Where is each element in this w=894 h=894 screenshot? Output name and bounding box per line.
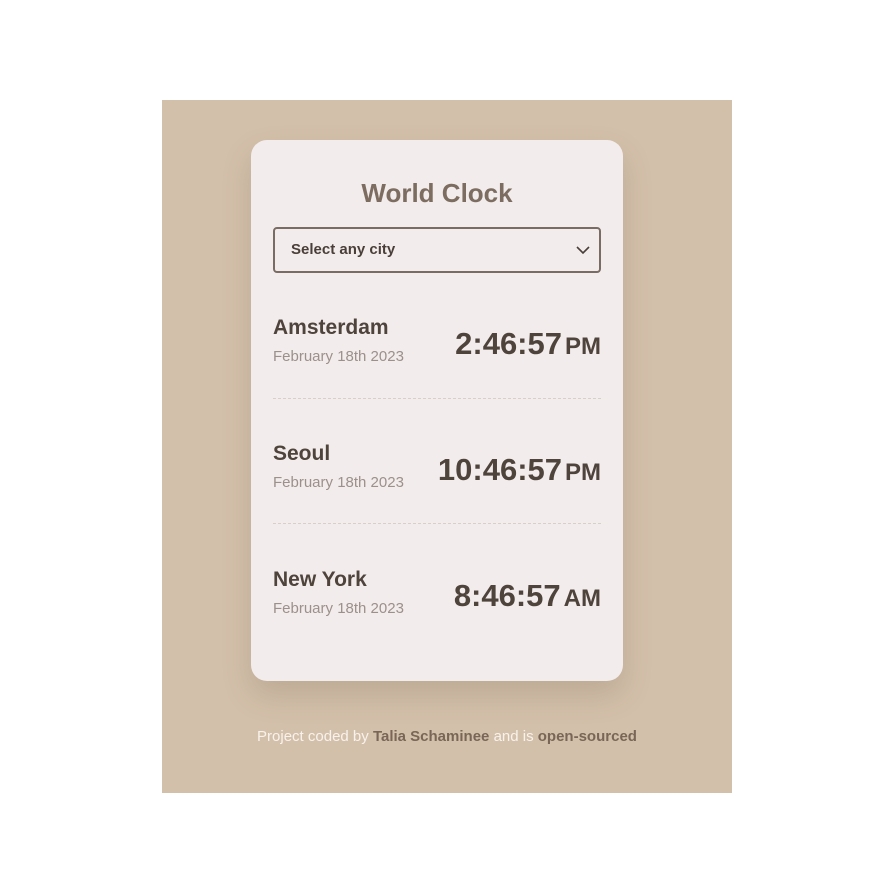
city-row-amsterdam: Amsterdam February 18th 2023 2:46:57 PM	[273, 316, 601, 376]
divider	[273, 523, 601, 524]
footer: Project coded by Talia Schaminee and is …	[162, 728, 732, 745]
time-value: 2:46:57	[455, 326, 562, 361]
app-background: World Clock Select any city Amsterdam Fe…	[162, 100, 732, 793]
city-time: 8:46:57 AM	[454, 578, 601, 614]
city-date: February 18th 2023	[273, 348, 404, 365]
divider	[273, 398, 601, 399]
city-name: Amsterdam	[273, 316, 389, 339]
open-source-link[interactable]: open-sourced	[538, 728, 637, 745]
city-date: February 18th 2023	[273, 600, 404, 617]
city-row-new-york: New York February 18th 2023 8:46:57 AM	[273, 568, 601, 628]
time-ampm: AM	[563, 585, 601, 612]
city-row-seoul: Seoul February 18th 2023 10:46:57 PM	[273, 442, 601, 502]
time-ampm: PM	[565, 333, 601, 360]
city-select[interactable]: Select any city	[273, 227, 601, 273]
time-value: 8:46:57	[453, 578, 561, 613]
time-ampm: PM	[565, 459, 601, 486]
city-time: 2:46:57 PM	[455, 326, 601, 362]
city-name: Seoul	[273, 442, 331, 465]
footer-prefix: Project coded by	[257, 728, 369, 745]
page-title: World Clock	[361, 178, 513, 208]
world-clock-card: World Clock Select any city Amsterdam Fe…	[251, 140, 623, 681]
city-date: February 18th 2023	[273, 474, 404, 491]
chevron-down-icon	[576, 246, 590, 255]
footer-middle: and is	[493, 728, 534, 745]
city-name: New York	[273, 568, 367, 591]
city-select-label: Select any city	[291, 241, 396, 258]
author-link[interactable]: Talia Schaminee	[373, 728, 489, 745]
city-time: 10:46:57 PM	[438, 452, 601, 488]
time-value: 10:46:57	[437, 452, 562, 487]
